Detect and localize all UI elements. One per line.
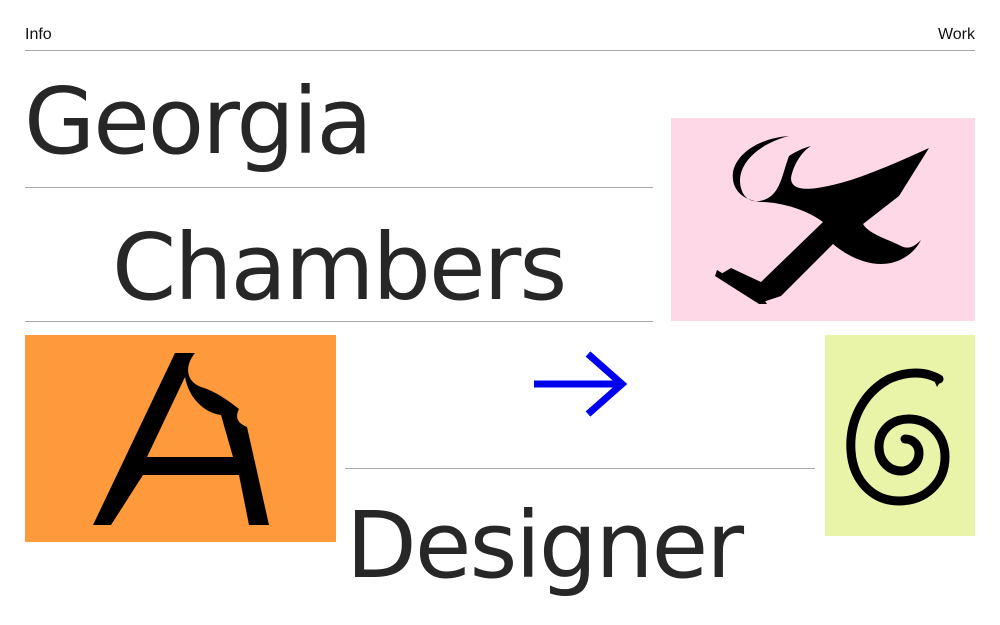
name-divider-1 [25, 187, 653, 188]
nav-info-link[interactable]: Info [25, 26, 52, 44]
name-divider-2 [25, 321, 653, 322]
hero-last-name: Chambers [112, 214, 567, 321]
tile-lime-glyph[interactable] [825, 335, 975, 536]
calligraphic-r-glyph-icon [715, 136, 929, 304]
bitten-a-glyph-icon [93, 353, 269, 525]
tile-orange-glyph[interactable] [25, 335, 336, 542]
tile-pink-glyph[interactable] [671, 118, 975, 321]
nav-work-link[interactable]: Work [938, 26, 975, 44]
hero-role: Designer [346, 492, 744, 599]
arrow-link[interactable] [530, 350, 630, 422]
spiral-six-glyph-icon [846, 368, 950, 506]
role-divider [345, 468, 815, 469]
header-divider [25, 50, 975, 51]
arrow-right-icon [534, 351, 628, 417]
hero-first-name: Georgia [24, 68, 373, 175]
